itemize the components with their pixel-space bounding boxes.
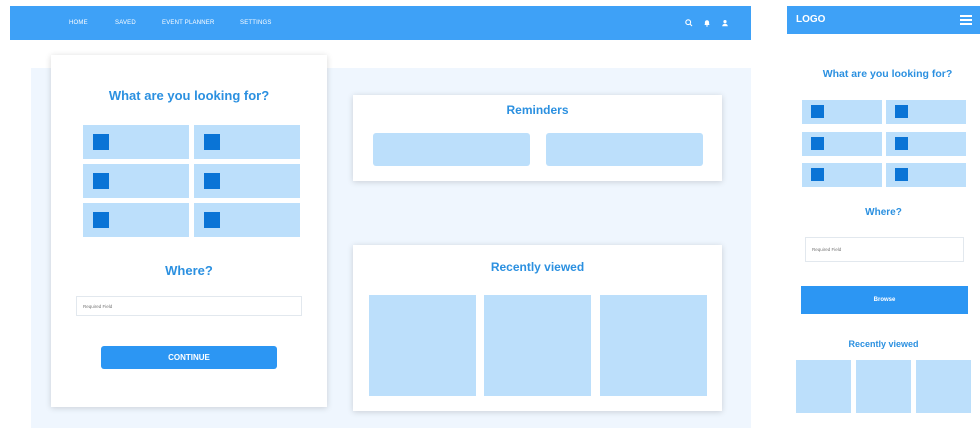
- category-icon: [895, 168, 908, 181]
- category-icon: [204, 134, 220, 150]
- hamburger-menu-icon[interactable]: [960, 15, 972, 25]
- mobile-recently-viewed-title: Recently viewed: [848, 339, 919, 349]
- mobile-view: LOGO What are you looking for? Where? Br…: [787, 6, 980, 428]
- mobile-category-tile-2[interactable]: [886, 100, 966, 124]
- reminder-item-2[interactable]: [546, 133, 703, 166]
- category-icon: [204, 173, 220, 189]
- mobile-recent-item-2[interactable]: [856, 360, 911, 413]
- category-tile-5[interactable]: [83, 203, 189, 237]
- mobile-recent-item-1[interactable]: [796, 360, 851, 413]
- search-icon[interactable]: [684, 18, 694, 28]
- nav-event-planner[interactable]: EVENT PLANNER: [162, 6, 215, 40]
- category-icon: [895, 105, 908, 118]
- category-icon: [93, 173, 109, 189]
- reminders-title: Reminders: [506, 103, 569, 117]
- where-input[interactable]: [76, 296, 302, 316]
- category-tile-3[interactable]: [83, 164, 189, 198]
- mobile-header: LOGO: [787, 6, 980, 34]
- recent-item-2[interactable]: [484, 295, 591, 396]
- mobile-search-heading: What are you looking for?: [822, 68, 953, 80]
- reminder-item-1[interactable]: [373, 133, 530, 166]
- nav-settings[interactable]: SETTINGS: [240, 6, 272, 40]
- recently-viewed-card: Recently viewed: [353, 245, 722, 411]
- mobile-where-input[interactable]: [805, 237, 964, 262]
- category-icon: [811, 168, 824, 181]
- desktop-view: HOME SAVED EVENT PLANNER SETTINGS What a…: [10, 6, 751, 428]
- category-tile-2[interactable]: [194, 125, 300, 159]
- mobile-where-heading: Where?: [865, 207, 902, 218]
- category-icon: [811, 105, 824, 118]
- nav-saved[interactable]: SAVED: [115, 6, 136, 40]
- recently-viewed-title: Recently viewed: [490, 260, 585, 274]
- mobile-category-tile-4[interactable]: [886, 132, 966, 156]
- mobile-category-tile-6[interactable]: [886, 163, 966, 187]
- search-heading: What are you looking for?: [108, 88, 270, 103]
- category-tile-6[interactable]: [194, 203, 300, 237]
- continue-button[interactable]: CONTINUE: [101, 346, 277, 369]
- search-card: What are you looking for? Where? CONTINU…: [51, 55, 327, 407]
- logo[interactable]: LOGO: [796, 6, 825, 34]
- mobile-category-tile-3[interactable]: [802, 132, 882, 156]
- category-icon: [811, 137, 824, 150]
- category-icon: [204, 212, 220, 228]
- category-tile-4[interactable]: [194, 164, 300, 198]
- recent-item-3[interactable]: [600, 295, 707, 396]
- mobile-category-tile-5[interactable]: [802, 163, 882, 187]
- nav-home[interactable]: HOME: [69, 6, 88, 40]
- user-icon[interactable]: [720, 18, 730, 28]
- bell-icon[interactable]: [702, 18, 712, 28]
- category-tile-1[interactable]: [83, 125, 189, 159]
- where-heading: Where?: [165, 263, 213, 278]
- reminders-card: Reminders: [353, 95, 722, 181]
- top-navigation-bar: HOME SAVED EVENT PLANNER SETTINGS: [10, 6, 751, 40]
- mobile-recent-item-3[interactable]: [916, 360, 971, 413]
- category-icon: [93, 134, 109, 150]
- browse-button[interactable]: Browse: [801, 286, 968, 314]
- recent-item-1[interactable]: [369, 295, 476, 396]
- category-icon: [895, 137, 908, 150]
- category-icon: [93, 212, 109, 228]
- mobile-category-tile-1[interactable]: [802, 100, 882, 124]
